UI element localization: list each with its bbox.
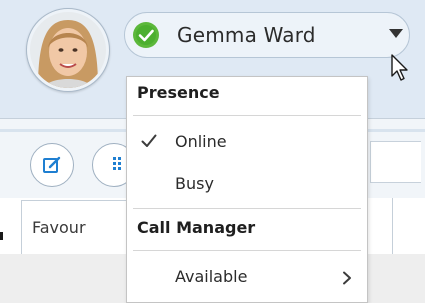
compose-button[interactable] xyxy=(30,143,74,187)
menu-separator xyxy=(133,250,361,251)
menu-separator xyxy=(133,208,361,209)
avatar-photo xyxy=(30,12,106,88)
menu-item-busy-label: Busy xyxy=(175,174,214,193)
menu-separator xyxy=(133,115,361,116)
menu-item-available-label: Available xyxy=(175,267,248,286)
page-marker xyxy=(0,232,3,240)
menu-item-online[interactable]: Online xyxy=(127,124,367,160)
call-manager-header: Call Manager xyxy=(137,218,256,237)
online-status-icon xyxy=(132,21,160,49)
menu-item-busy[interactable]: Busy xyxy=(127,166,367,202)
chevron-down-icon[interactable] xyxy=(389,29,403,38)
mouse-cursor-icon xyxy=(391,54,408,81)
user-name: Gemma Ward xyxy=(177,23,316,47)
avatar[interactable] xyxy=(26,8,110,92)
presence-header: Presence xyxy=(137,83,220,102)
compose-icon xyxy=(43,156,61,173)
search-input[interactable] xyxy=(370,141,421,183)
chevron-right-icon xyxy=(343,271,351,285)
tab-favourites-label: Favour xyxy=(32,218,86,237)
presence-selector[interactable]: Gemma Ward xyxy=(124,12,410,58)
menu-item-available[interactable]: Available xyxy=(127,259,367,295)
checkmark-icon xyxy=(141,134,157,147)
presence-menu: Presence Online Busy Call Manager Availa… xyxy=(126,76,368,303)
tab-divider xyxy=(392,198,393,254)
menu-item-online-label: Online xyxy=(175,132,227,151)
